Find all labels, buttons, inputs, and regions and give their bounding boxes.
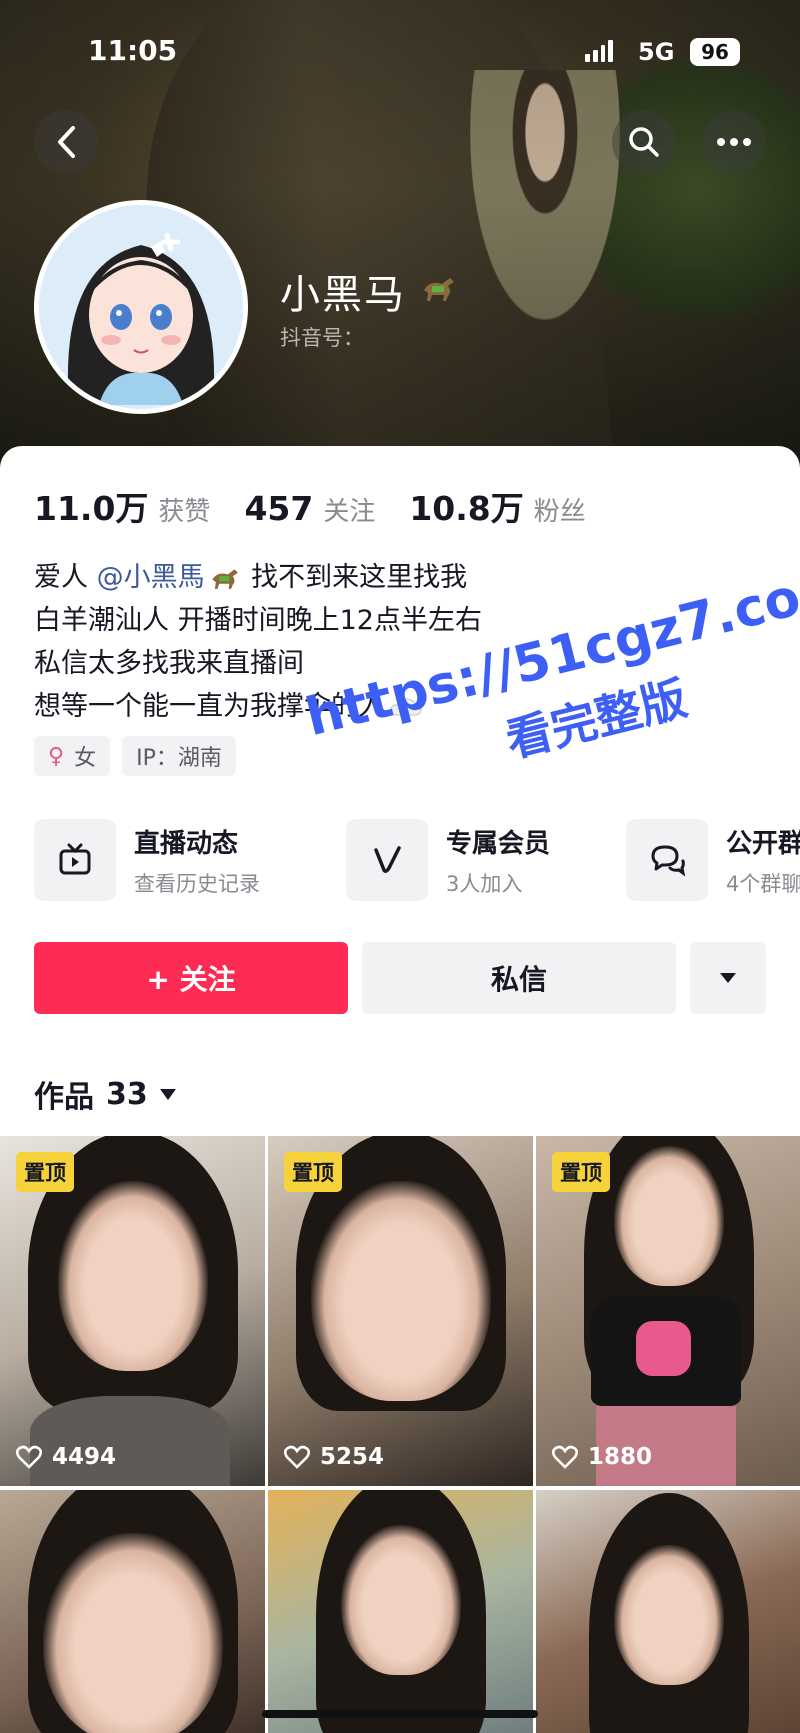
- profile-tags: ♀ 女 IP：湖南: [34, 736, 236, 776]
- ip-location: IP：湖南: [136, 746, 222, 771]
- bio-mention-link[interactable]: @小黑馬: [97, 562, 205, 593]
- horse-icon: [211, 569, 238, 589]
- v-icon: [346, 819, 428, 901]
- battery-indicator: 96: [690, 38, 740, 66]
- stat-followers[interactable]: 10.8万 粉丝: [409, 482, 585, 530]
- thumbnail-body: [30, 1396, 230, 1486]
- follow-button[interactable]: + 关注: [34, 942, 348, 1014]
- feature-live-history-title: 直播动态: [134, 828, 239, 859]
- more-dots-icon: [717, 138, 751, 146]
- thumbnail-face: [310, 1181, 491, 1401]
- video-tile-5[interactable]: [268, 1490, 533, 1733]
- bio-line-3: 私信太多找我来直播间: [34, 648, 304, 679]
- more-options-button[interactable]: [702, 110, 766, 174]
- thumbnail-face: [42, 1532, 223, 1733]
- network-type: 5G: [638, 38, 675, 66]
- back-button[interactable]: [34, 110, 98, 174]
- feature-public-groups-title: 公开群: [726, 828, 800, 859]
- gender-label: 女: [74, 746, 97, 771]
- following-label: 关注: [323, 497, 376, 527]
- bio-line-1-suffix: 找不到来这里找我: [242, 562, 468, 593]
- works-tab[interactable]: 作品 33: [34, 1072, 176, 1116]
- video-likes-count: 4494: [52, 1444, 117, 1470]
- anime-avatar-image: [39, 205, 243, 409]
- bio-line-2: 白羊潮汕人 开播时间晚上12点半左右: [34, 605, 482, 636]
- stat-likes: 11.0万 获赞: [34, 482, 210, 530]
- profile-name: 小黑马: [280, 272, 406, 318]
- video-likes: 5254: [284, 1444, 384, 1470]
- feature-public-groups[interactable]: 公开群 4个群聊: [626, 818, 800, 902]
- heart-icon: [16, 1445, 42, 1469]
- signal-icon: [585, 40, 613, 62]
- ip-tag: IP：湖南: [122, 736, 236, 776]
- tv-icon: [34, 819, 116, 901]
- works-label: 作品: [34, 1080, 94, 1115]
- video-likes-count: 1880: [588, 1444, 653, 1470]
- feature-live-history-subtitle: 查看历史记录: [134, 871, 260, 896]
- pinned-badge: 置顶: [16, 1152, 74, 1192]
- video-tile-4[interactable]: [0, 1490, 265, 1733]
- feature-public-groups-text: 公开群 4个群聊: [726, 823, 800, 898]
- pinned-badge: 置顶: [284, 1152, 342, 1192]
- feature-shortcuts: 直播动态 查看历史记录 专属会员 3人加入 公开群 4个群聊: [34, 818, 800, 908]
- followers-count: 10.8万: [409, 489, 524, 528]
- thumbnail-face: [57, 1181, 208, 1371]
- chevron-left-icon: [58, 126, 75, 158]
- feature-membership-subtitle: 3人加入: [446, 871, 523, 896]
- status-time: 11:05: [88, 34, 178, 67]
- heart-icon: [284, 1445, 310, 1469]
- feature-membership[interactable]: 专属会员 3人加入: [346, 818, 550, 902]
- feature-live-history[interactable]: 直播动态 查看历史记录: [34, 818, 260, 902]
- works-count: 33: [106, 1076, 148, 1112]
- video-likes-count: 5254: [320, 1444, 385, 1470]
- search-icon: [629, 127, 659, 157]
- heart-icon: [552, 1445, 578, 1469]
- message-button[interactable]: 私信: [362, 942, 676, 1014]
- feature-live-history-text: 直播动态 查看历史记录: [134, 823, 260, 898]
- video-likes: 1880: [552, 1444, 652, 1470]
- thumbnail-face: [340, 1525, 461, 1675]
- following-count: 457: [244, 489, 314, 528]
- feature-public-groups-subtitle: 4个群聊: [726, 871, 800, 896]
- bio-line-4-text: 想等一个能一直为我撑伞的人: [34, 691, 385, 722]
- douyin-id-label: 抖音号：: [280, 326, 364, 350]
- home-indicator[interactable]: [262, 1710, 538, 1718]
- stats-row: 11.0万 获赞 457 关注 10.8万 粉丝: [34, 482, 620, 530]
- thumbnail-face: [613, 1146, 724, 1286]
- likes-label: 获赞: [158, 497, 211, 527]
- bio-line-1: 爱人 @小黑馬 找不到来这里找我: [34, 556, 482, 599]
- gender-tag: ♀ 女: [34, 736, 111, 776]
- likes-count: 11.0万: [34, 489, 149, 528]
- female-icon: ♀: [48, 743, 65, 769]
- more-actions-dropdown[interactable]: [690, 942, 766, 1014]
- search-button[interactable]: [612, 110, 676, 174]
- video-tile-1[interactable]: 置顶 4494: [0, 1136, 265, 1486]
- video-likes: 4494: [16, 1444, 116, 1470]
- video-tile-2[interactable]: 置顶 5254: [268, 1136, 533, 1486]
- caret-down-icon: [159, 1088, 176, 1100]
- pinned-badge: 置顶: [552, 1152, 610, 1192]
- video-tile-6[interactable]: [536, 1490, 800, 1733]
- profile-bio: 爱人 @小黑馬 找不到来这里找我 白羊潮汕人 开播时间晚上12点半左右 私信太多…: [34, 556, 482, 728]
- caret-down-icon: [720, 973, 736, 983]
- chat-icon: [626, 819, 708, 901]
- followers-label: 粉丝: [533, 497, 586, 527]
- bio-line-1-prefix: 爱人: [34, 562, 97, 593]
- stat-following[interactable]: 457 关注: [244, 489, 375, 528]
- cloud-icon: [390, 698, 422, 716]
- horse-icon: [424, 278, 454, 301]
- thumbnail-shirt-print: [636, 1321, 691, 1376]
- video-tile-3[interactable]: 置顶 1880: [536, 1136, 800, 1486]
- bio-line-4: 想等一个能一直为我撑伞的人: [34, 685, 482, 728]
- feature-membership-title: 专属会员: [446, 828, 551, 859]
- avatar[interactable]: [34, 200, 248, 414]
- thumbnail-face: [613, 1545, 724, 1685]
- feature-membership-text: 专属会员 3人加入: [446, 823, 550, 898]
